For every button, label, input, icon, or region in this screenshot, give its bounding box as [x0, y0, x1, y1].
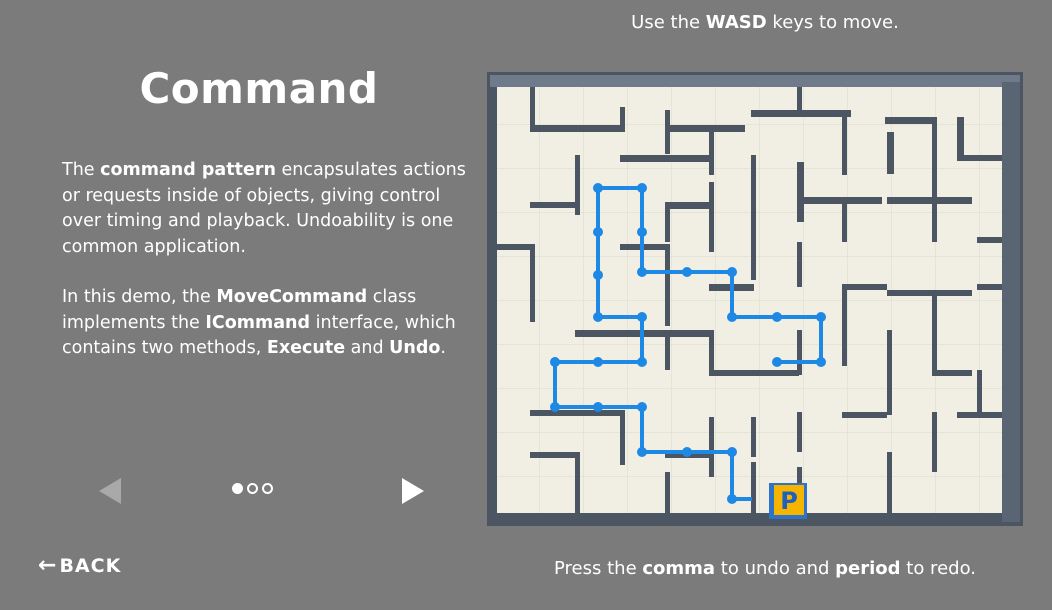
slide-paragraph2-segment: .	[440, 338, 446, 358]
arrow-left-icon: ←	[38, 553, 58, 578]
maze-frame-right	[1002, 82, 1020, 522]
slide-paragraph2-segment: Undo	[389, 338, 441, 358]
slide-paragraph2-segment: and	[345, 338, 390, 358]
pagination-dot-3[interactable]	[262, 483, 273, 494]
slide-paragraph2-segment: In this demo, the	[62, 287, 217, 307]
undo-redo-hint: Press the comma to undo and period to re…	[490, 558, 1040, 579]
slide-description: The command pattern encapsulates actions…	[62, 158, 472, 387]
description-paragraph-1: The command pattern encapsulates actions…	[62, 158, 472, 260]
hints-top-segment: WASD	[705, 12, 767, 33]
player-marker: P	[769, 483, 807, 519]
slide-paragraph1-segment: command pattern	[100, 160, 276, 180]
slide-paragraph2-segment: ICommand	[205, 312, 311, 333]
player-label: P	[780, 487, 798, 515]
hints-bottom-segment: comma	[642, 558, 716, 579]
slide-paragraph2-segment: MoveCommand	[216, 287, 368, 307]
maze-frame-top	[490, 75, 1020, 87]
pagination-dots	[232, 483, 273, 494]
hints-top-segment: keys to move.	[766, 12, 899, 33]
pagination-dot-2[interactable]	[247, 483, 258, 494]
hints-bottom-segment: to undo and	[715, 558, 836, 579]
description-paragraph-2: In this demo, the MoveCommand class impl…	[62, 285, 472, 362]
hints-top-segment: Use the	[631, 12, 706, 33]
back-button[interactable]: ← BACK	[38, 553, 121, 578]
hints-bottom-segment: period	[835, 558, 901, 579]
next-slide-button[interactable]	[402, 478, 424, 504]
maze-game-view[interactable]: P	[487, 72, 1023, 526]
controls-hint: Use the WASD keys to move.	[490, 12, 1040, 33]
back-label: BACK	[59, 554, 122, 577]
hints-bottom-segment: Press the	[554, 558, 643, 579]
slide-title: Command	[139, 64, 379, 113]
slide-paragraph1-segment: The	[62, 160, 101, 180]
hints-bottom-segment: to redo.	[900, 558, 976, 579]
prev-slide-button[interactable]	[99, 478, 121, 504]
pagination-dot-1[interactable]	[232, 483, 243, 494]
slide-paragraph2-segment: Execute	[266, 338, 346, 358]
